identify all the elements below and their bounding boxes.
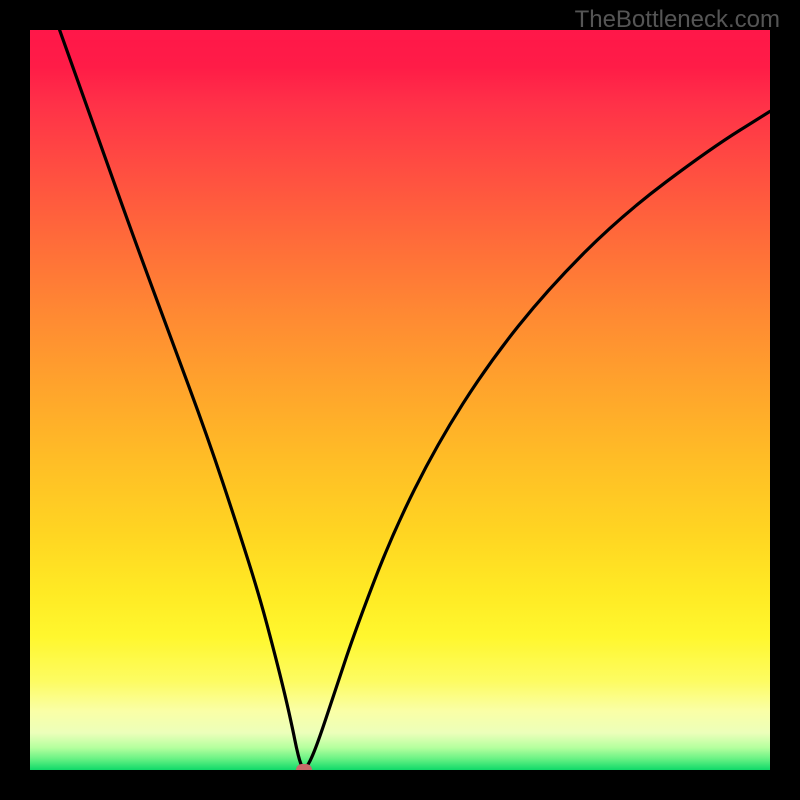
watermark-text: TheBottleneck.com — [575, 6, 780, 34]
bottleneck-curve — [60, 30, 770, 768]
chart-container: TheBottleneck.com — [0, 0, 800, 800]
curve-svg — [30, 30, 770, 770]
plot-area — [30, 30, 770, 770]
optimal-point-marker — [296, 764, 312, 770]
